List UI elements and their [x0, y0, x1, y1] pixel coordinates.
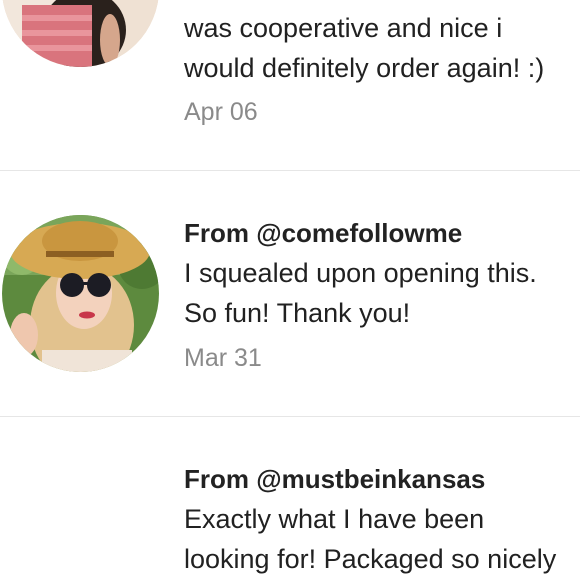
review-text-line: looking for! Packaged so nicely [184, 544, 557, 574]
review-item: From @mustbeinkansas Exactly what I have… [0, 417, 580, 580]
avatar-photo [2, 215, 159, 372]
review-author[interactable]: From @mustbeinkansas [184, 459, 580, 499]
review-text-line: I squealed upon opening this. [184, 258, 537, 288]
reviews-screen: was cooperative and nice i would definit… [0, 0, 580, 580]
review-item: was cooperative and nice i would definit… [0, 0, 580, 170]
review-date: Mar 31 [184, 344, 262, 372]
review-date: Apr 06 [184, 98, 258, 126]
review-text: From @mustbeinkansas Exactly what I have… [184, 459, 580, 579]
avatar[interactable] [2, 215, 159, 372]
avatar[interactable] [2, 0, 159, 67]
review-text: was cooperative and nice i would definit… [184, 8, 580, 88]
review-text-line: Exactly what I have been [184, 504, 485, 534]
review-text-line: was cooperative and nice i [184, 13, 503, 43]
review-author[interactable]: From @comefollowme [184, 213, 580, 253]
avatar-photo [2, 0, 159, 67]
review-text: From @comefollowme I squealed upon openi… [184, 213, 580, 333]
review-item: From @comefollowme I squealed upon openi… [0, 171, 580, 416]
review-text-line: would definitely order again! :) [184, 53, 545, 83]
review-text-line: So fun! Thank you! [184, 298, 411, 328]
